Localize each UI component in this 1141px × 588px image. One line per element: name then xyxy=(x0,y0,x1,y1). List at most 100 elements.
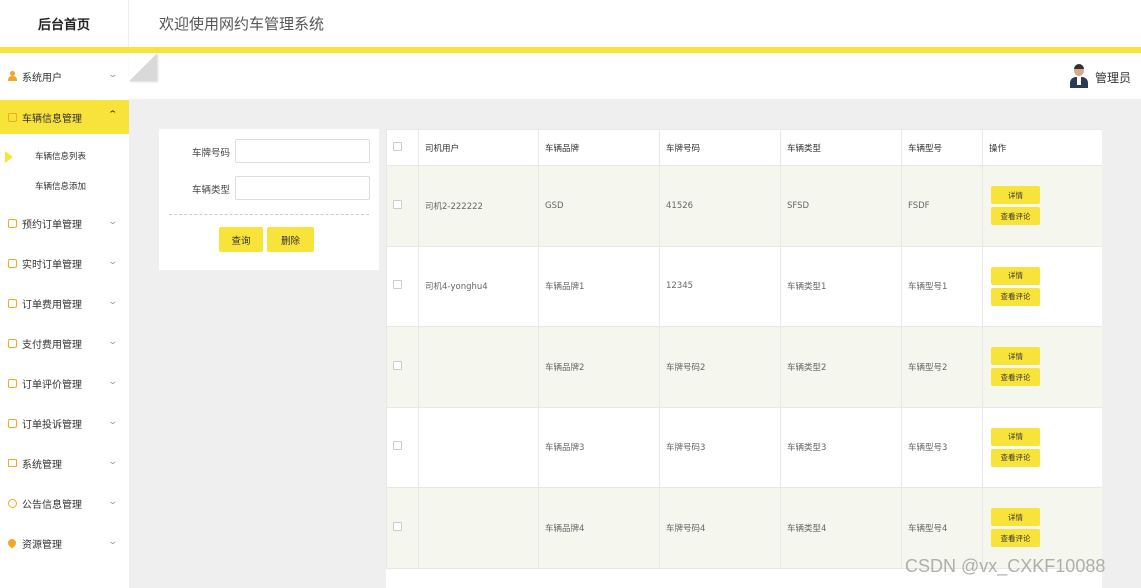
row-checkbox[interactable] xyxy=(393,521,402,531)
plate-cell: 41526 xyxy=(659,165,781,247)
admin-username[interactable]: 管理员 xyxy=(1095,69,1131,86)
sidebar-item-label: 公告信息管理 xyxy=(22,499,82,511)
view-reviews-button[interactable]: 查看评论 xyxy=(991,529,1040,548)
chevron-down-icon: ⌄ xyxy=(107,257,119,267)
driver-cell: 司机4-yonghu4 xyxy=(418,245,539,327)
sidebar-item-order-complaints[interactable]: 订单投诉管理 ⌄ xyxy=(0,406,129,440)
view-reviews-button[interactable]: 查看评论 xyxy=(991,207,1040,226)
model-cell: 车辆型号3 xyxy=(901,406,983,488)
plate-cell: 车牌号码3 xyxy=(659,406,781,488)
sidebar-subitem-label: 车辆信息添加 xyxy=(35,182,87,192)
sidebar-item-system-management[interactable]: 系统管理 ⌄ xyxy=(0,446,129,480)
row-checkbox[interactable] xyxy=(393,199,402,209)
chevron-down-icon: ⌄ xyxy=(107,377,119,387)
actions-cell: 详情 查看评论 xyxy=(982,326,1102,408)
active-indicator-icon xyxy=(5,151,13,163)
chevron-down-icon: ⌄ xyxy=(107,537,119,547)
delete-button[interactable]: 删除 xyxy=(267,227,314,252)
row-checkbox[interactable] xyxy=(393,280,402,290)
sidebar-item-label: 订单费用管理 xyxy=(22,299,82,311)
edit-icon xyxy=(7,218,17,228)
sidebar-item-payment-fees[interactable]: 支付费用管理 ⌄ xyxy=(0,326,129,360)
sidebar-item-announcements[interactable]: 公告信息管理 ⌄ xyxy=(0,486,129,520)
divider xyxy=(169,214,369,215)
model-cell: 车辆型号1 xyxy=(901,245,983,327)
detail-button[interactable]: 详情 xyxy=(991,186,1040,205)
plate-number-input[interactable] xyxy=(235,139,370,163)
image-icon xyxy=(7,458,17,468)
brand-cell: 车辆品牌2 xyxy=(538,326,660,408)
sidebar-subitem-vehicle-list[interactable]: 车辆信息列表 xyxy=(0,141,129,171)
brand-home-link[interactable]: 后台首页 xyxy=(0,0,129,47)
admin-avatar[interactable] xyxy=(1070,64,1088,88)
actions-cell: 详情 查看评论 xyxy=(982,165,1102,247)
sidebar-item-order-reviews[interactable]: 订单评价管理 ⌄ xyxy=(0,366,129,400)
sidebar-item-label: 资源管理 xyxy=(22,539,62,551)
brand-cell: 车辆品牌4 xyxy=(538,487,660,569)
sidebar-item-label: 车辆信息管理 xyxy=(22,113,82,125)
sidebar-subitem-vehicle-add[interactable]: 车辆信息添加 xyxy=(0,171,129,201)
user-icon xyxy=(7,71,17,81)
driver-cell xyxy=(418,326,539,408)
edit-icon xyxy=(7,112,17,122)
edit-icon xyxy=(7,338,17,348)
plate-cell: 车牌号码4 xyxy=(659,487,781,569)
chevron-down-icon: ⌄ xyxy=(107,70,119,80)
column-header: 车辆型号 xyxy=(901,129,983,166)
sidebar-item-realtime-orders[interactable]: 实时订单管理 ⌄ xyxy=(0,246,129,280)
sidebar-item-resources[interactable]: 资源管理 ⌄ xyxy=(0,526,129,560)
chevron-down-icon: ⌄ xyxy=(107,497,119,507)
sidebar-item-order-fees[interactable]: 订单费用管理 ⌄ xyxy=(0,286,129,320)
plate-number-label: 车牌号码 xyxy=(192,148,231,159)
chevron-down-icon: ⌄ xyxy=(107,297,119,307)
query-button[interactable]: 查询 xyxy=(219,227,263,252)
edit-icon xyxy=(7,258,17,268)
table-row: 车辆品牌3 车牌号码3 车辆类型3 车辆型号3 详情 查看评论 xyxy=(386,406,1102,488)
sidebar-item-label: 系统用户 xyxy=(22,72,62,84)
actions-cell: 详情 查看评论 xyxy=(982,406,1102,488)
chevron-down-icon: ⌄ xyxy=(107,457,119,467)
brand-cell: GSD xyxy=(538,165,660,247)
sidebar-subitem-label: 车辆信息列表 xyxy=(35,152,87,162)
sidebar-item-vehicle-info[interactable]: 车辆信息管理 ⌃ xyxy=(0,100,129,134)
detail-button[interactable]: 详情 xyxy=(991,347,1040,366)
detail-button[interactable]: 详情 xyxy=(991,508,1040,527)
detail-button[interactable]: 详情 xyxy=(991,427,1040,446)
sidebar-item-label: 实时订单管理 xyxy=(22,259,82,271)
type-cell: 车辆类型1 xyxy=(780,245,902,327)
view-reviews-button[interactable]: 查看评论 xyxy=(991,287,1040,306)
actions-cell: 详情 查看评论 xyxy=(982,245,1102,327)
chevron-down-icon: ⌄ xyxy=(107,417,119,427)
column-header: 车辆品牌 xyxy=(538,129,660,166)
column-header: 司机用户 xyxy=(418,129,539,166)
driver-cell xyxy=(418,487,539,569)
type-cell: 车辆类型2 xyxy=(780,326,902,408)
sidebar-item-booking-orders[interactable]: 预约订单管理 ⌄ xyxy=(0,206,129,240)
column-header: 操作 xyxy=(982,129,1102,166)
sidebar-item-label: 支付费用管理 xyxy=(22,339,82,351)
brand-cell: 车辆品牌1 xyxy=(538,245,660,327)
search-panel: 车牌号码 车辆类型 查询 删除 xyxy=(159,129,379,270)
sidebar-collapse-toggle[interactable] xyxy=(129,53,157,81)
view-reviews-button[interactable]: 查看评论 xyxy=(991,448,1040,467)
column-header: 车辆类型 xyxy=(780,129,902,166)
model-cell: FSDF xyxy=(901,165,983,247)
detail-button[interactable]: 详情 xyxy=(991,266,1040,285)
content-topbar xyxy=(129,53,1141,99)
vehicle-type-label: 车辆类型 xyxy=(192,185,231,196)
sidebar-item-label: 系统管理 xyxy=(22,459,62,471)
brand-cell: 车辆品牌3 xyxy=(538,406,660,488)
view-reviews-button[interactable]: 查看评论 xyxy=(991,368,1040,387)
row-checkbox[interactable] xyxy=(393,441,402,451)
vehicle-type-input[interactable] xyxy=(235,176,370,200)
row-checkbox[interactable] xyxy=(393,360,402,370)
column-header: 车牌号码 xyxy=(659,129,781,166)
chevron-down-icon: ⌄ xyxy=(107,217,119,227)
info-icon xyxy=(7,498,17,508)
system-title: 欢迎使用网约车管理系统 xyxy=(159,15,325,33)
sidebar: 系统用户 ⌄ 车辆信息管理 ⌃ 车辆信息列表 车辆信息添加 预约订单管理 ⌄ 实… xyxy=(0,53,129,588)
plate-cell: 12345 xyxy=(659,245,781,327)
sidebar-item-system-users[interactable]: 系统用户 ⌄ xyxy=(0,59,129,93)
chevron-up-icon: ⌃ xyxy=(107,110,119,120)
select-all-checkbox[interactable] xyxy=(393,141,402,151)
